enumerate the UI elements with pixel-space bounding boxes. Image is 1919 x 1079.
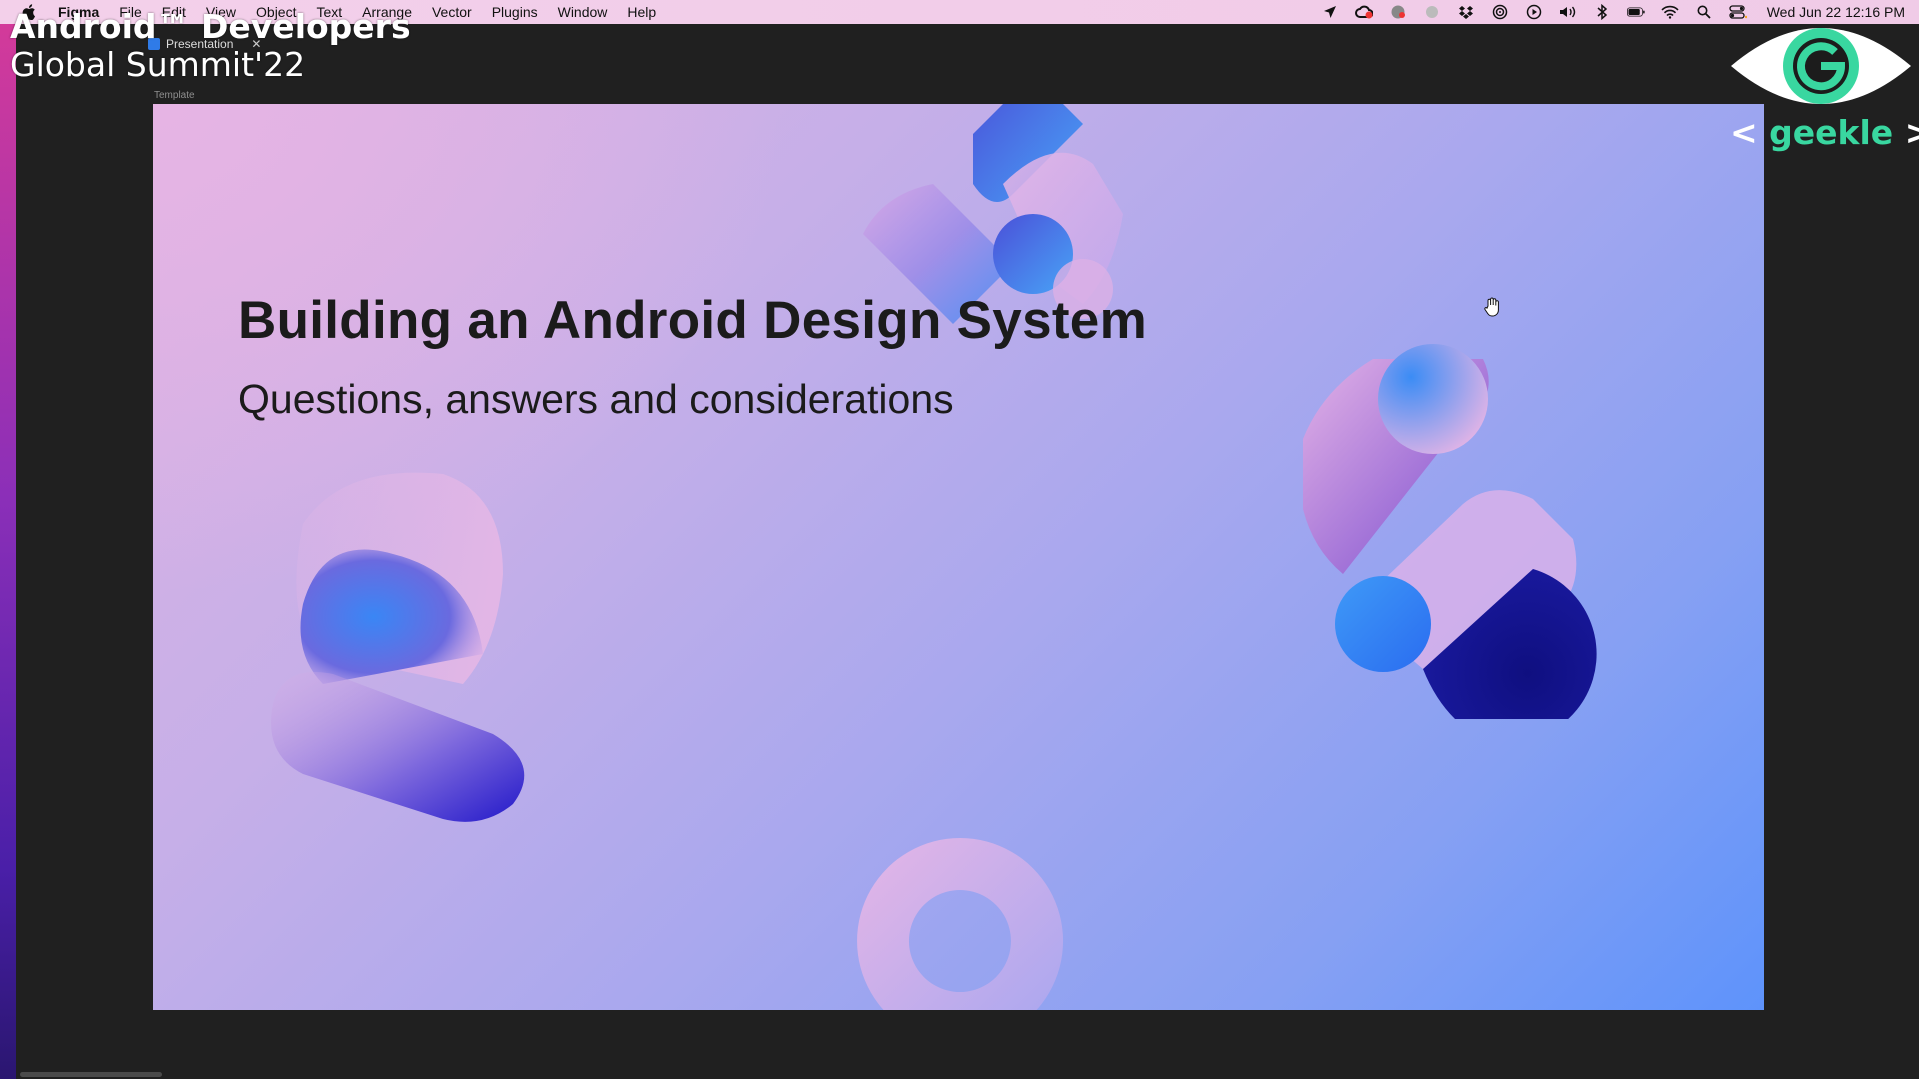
battery-icon[interactable]	[1626, 3, 1645, 21]
bluetooth-icon[interactable]	[1593, 3, 1611, 21]
menu-bar-clock[interactable]: Wed Jun 22 12:16 PM	[1767, 4, 1905, 20]
ring-decoration-bottom	[857, 838, 1064, 1010]
spotlight-search-icon[interactable]	[1695, 3, 1713, 21]
menu-help[interactable]: Help	[627, 4, 656, 20]
volume-icon[interactable]	[1559, 3, 1577, 21]
brand-right-bracket: >	[1904, 113, 1919, 152]
dot-icon[interactable]	[1423, 3, 1441, 21]
slide-title[interactable]: Building an Android Design System	[238, 290, 1147, 351]
menu-plugins[interactable]: Plugins	[492, 4, 538, 20]
menu-window[interactable]: Window	[558, 4, 608, 20]
dropbox-icon[interactable]	[1457, 3, 1475, 21]
control-center-icon[interactable]	[1729, 3, 1747, 21]
airdrop-icon[interactable]	[1491, 3, 1509, 21]
vpn-icon[interactable]	[1389, 3, 1407, 21]
play-icon[interactable]	[1525, 3, 1543, 21]
ribbon-decoration-right	[1303, 344, 1597, 719]
presentation-slide[interactable]: Building an Android Design System Questi…	[153, 104, 1764, 1010]
hand-cursor-icon	[1484, 297, 1499, 317]
creative-cloud-icon[interactable]	[1354, 3, 1373, 21]
brand-left-bracket: <	[1730, 113, 1758, 152]
location-icon[interactable]	[1321, 3, 1339, 21]
geekle-brand: < geekle >	[1730, 113, 1919, 152]
event-title-line1: Android™ Developers	[10, 7, 411, 46]
horizontal-scrollbar[interactable]	[20, 1072, 162, 1077]
event-title-line2: Global Summit'22	[10, 45, 306, 84]
event-title-overlay: Android™ Developers Global Summit'22	[10, 8, 411, 84]
desktop-wallpaper	[0, 24, 16, 1079]
brand-name: geekle	[1769, 113, 1894, 152]
ribbon-decoration-left	[271, 472, 525, 822]
frame-label[interactable]: Template	[154, 90, 195, 101]
menu-vector[interactable]: Vector	[432, 4, 472, 20]
slide-subtitle[interactable]: Questions, answers and considerations	[238, 376, 954, 423]
wifi-icon[interactable]	[1661, 3, 1679, 21]
